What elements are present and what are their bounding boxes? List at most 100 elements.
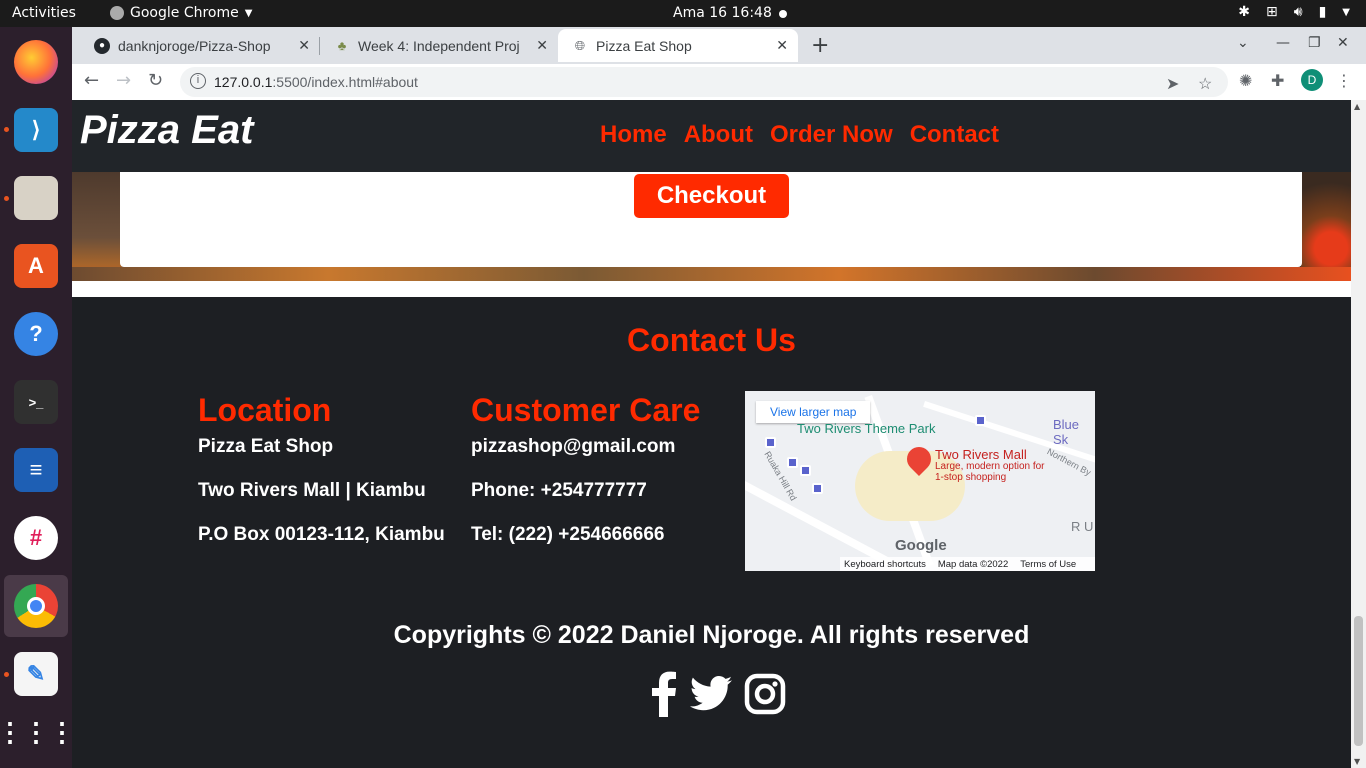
- tab-search-icon[interactable]: ⌄: [1237, 35, 1249, 51]
- facebook-icon[interactable]: [650, 671, 678, 721]
- minimize-button[interactable]: —: [1276, 35, 1290, 51]
- profile-avatar[interactable]: D: [1301, 69, 1323, 91]
- dock-app-grid[interactable]: ⋮⋮⋮: [0, 701, 75, 763]
- tab-title: Pizza Eat Shop: [596, 37, 692, 54]
- app-menu[interactable]: Google Chrome ▼: [110, 5, 252, 21]
- terms-link[interactable]: Terms of Use: [1020, 559, 1076, 570]
- close-icon[interactable]: ✕: [776, 37, 788, 54]
- close-icon[interactable]: ✕: [298, 37, 310, 54]
- reload-button[interactable]: ↻: [148, 70, 163, 91]
- map-area-label: R U: [1071, 519, 1094, 534]
- tab-github[interactable]: ● danknjoroge/Pizza-Shop ✕: [80, 29, 320, 62]
- bus-stop-icon: [787, 457, 798, 468]
- chrome-icon: [14, 584, 58, 628]
- checkout-button[interactable]: Checkout: [634, 174, 789, 218]
- location-column: Location Pizza Eat Shop Two Rivers Mall …: [198, 390, 445, 568]
- nav-contact[interactable]: Contact: [910, 121, 999, 149]
- slack-tray-icon[interactable]: ✱: [1238, 4, 1250, 20]
- browser-toolbar: ← → ↻ i 127.0.0.1:5500/index.html#about …: [72, 64, 1366, 100]
- terminal-icon: >_: [14, 380, 58, 424]
- system-top-bar: Activities Google Chrome ▼ Ama 16 16:48 …: [0, 0, 1366, 27]
- scrollbar-thumb[interactable]: [1354, 616, 1363, 746]
- power-menu-icon[interactable]: ▼: [1342, 7, 1350, 18]
- location-line: Pizza Eat Shop: [198, 436, 334, 457]
- dock-vscode[interactable]: ⟩: [4, 99, 68, 161]
- document-viewer-icon: ≡: [14, 448, 58, 492]
- new-tab-button[interactable]: +: [811, 33, 829, 58]
- pizza-image-right: [1301, 172, 1351, 281]
- tel-text: Tel: (222) +254666666: [471, 524, 665, 545]
- map-place-label: Two Rivers Mall: [935, 447, 1027, 462]
- url-path: :5500/index.html#about: [272, 74, 418, 90]
- tab-title: Week 4: Independent Proj: [358, 37, 520, 54]
- menu-kebab-icon[interactable]: ⋮: [1336, 71, 1352, 90]
- chrome-small-icon: [110, 6, 124, 20]
- tab-title: danknjoroge/Pizza-Shop: [118, 37, 271, 54]
- extensions-puzzle-icon[interactable]: ✚: [1271, 71, 1284, 90]
- map-place-description: Large, modern option for 1-stop shopping: [935, 461, 1045, 483]
- volume-icon[interactable]: 🔊︎: [1294, 4, 1303, 20]
- view-larger-map-link[interactable]: View larger map: [756, 401, 871, 423]
- dock-firefox[interactable]: [4, 31, 68, 93]
- bookmark-star-icon[interactable]: ☆: [1198, 74, 1212, 94]
- tab-week4[interactable]: ♣ Week 4: Independent Proj ✕: [320, 29, 558, 62]
- bus-stop-icon: [800, 465, 811, 476]
- tab-pizza-eat-shop[interactable]: 🌐︎ Pizza Eat Shop ✕: [558, 29, 798, 62]
- address-bar[interactable]: i 127.0.0.1:5500/index.html#about ➤ ☆: [180, 67, 1228, 97]
- customer-care-column: Customer Care pizzashop@gmail.com Phone:…: [471, 390, 700, 568]
- activities-button[interactable]: Activities: [12, 5, 76, 21]
- bus-stop-icon: [765, 437, 776, 448]
- bus-stop-icon: [975, 415, 986, 426]
- dock-chrome[interactable]: [4, 575, 68, 637]
- scroll-up-arrow[interactable]: ▲: [1354, 102, 1360, 111]
- page-viewport: Pizza Eat Home About Order Now Contact C…: [72, 100, 1351, 768]
- pizza-background: Checkout: [72, 172, 1351, 281]
- app-name: Google Chrome: [130, 5, 239, 21]
- close-icon[interactable]: ✕: [532, 37, 548, 54]
- contact-section: Contact Us Location Pizza Eat Shop Two R…: [72, 297, 1351, 768]
- github-icon: ●: [94, 37, 110, 54]
- embedded-map[interactable]: View larger map Two Rivers Theme Park Bl…: [745, 391, 1095, 571]
- google-logo: Google: [895, 537, 947, 554]
- close-window-button[interactable]: ✕: [1337, 35, 1349, 51]
- maximize-button[interactable]: ❐: [1308, 35, 1321, 51]
- map-attribution: Keyboard shortcuts Map data ©2022 Terms …: [840, 557, 1095, 571]
- dock-text-editor[interactable]: ✎: [4, 643, 68, 705]
- copyright-text: Copyrights © 2022 Daniel Njoroge. All ri…: [393, 621, 1030, 649]
- main-nav: Home About Order Now Contact: [600, 121, 999, 149]
- send-icon[interactable]: ➤: [1166, 74, 1179, 94]
- pizza-image-left: [72, 172, 122, 281]
- location-line: Two Rivers Mall | Kiambu: [198, 480, 426, 501]
- forward-button[interactable]: →: [116, 70, 131, 91]
- twitter-icon[interactable]: [689, 676, 732, 716]
- back-button[interactable]: ←: [84, 70, 99, 91]
- slack-icon: #: [14, 516, 58, 560]
- nav-order-now[interactable]: Order Now: [770, 121, 893, 149]
- page-scrollbar[interactable]: ▲ ▼: [1351, 100, 1366, 768]
- color-extension-icon[interactable]: ✺: [1239, 71, 1252, 90]
- clock[interactable]: Ama 16 16:48: [673, 5, 772, 21]
- bus-stop-icon: [812, 483, 823, 494]
- phone-text: Phone: +254777777: [471, 480, 647, 501]
- keyboard-shortcuts-link[interactable]: Keyboard shortcuts: [844, 559, 926, 570]
- network-icon[interactable]: ⊞: [1266, 4, 1278, 20]
- text-editor-icon: ✎: [14, 652, 58, 696]
- nav-home[interactable]: Home: [600, 121, 667, 149]
- notification-dot: [779, 10, 787, 18]
- dock-software[interactable]: A: [4, 235, 68, 297]
- help-icon: ?: [14, 312, 58, 356]
- dock-help[interactable]: ?: [4, 303, 68, 365]
- dock-slack[interactable]: #: [4, 507, 68, 569]
- nav-about[interactable]: About: [684, 121, 753, 149]
- instagram-icon[interactable]: [744, 673, 786, 719]
- dock-terminal[interactable]: >_: [4, 371, 68, 433]
- site-info-icon[interactable]: i: [190, 73, 206, 89]
- dock-document-viewer[interactable]: ≡: [4, 439, 68, 501]
- system-tray[interactable]: ✱ ⊞ 🔊︎ ▮ ▼: [1238, 4, 1350, 20]
- brand-logo[interactable]: Pizza Eat: [80, 108, 253, 153]
- scroll-down-arrow[interactable]: ▼: [1354, 757, 1360, 766]
- dock-files[interactable]: [4, 167, 68, 229]
- globe-icon: 🌐︎: [574, 37, 586, 53]
- location-line: P.O Box 00123-112, Kiambu: [198, 524, 445, 545]
- battery-icon[interactable]: ▮: [1319, 4, 1327, 20]
